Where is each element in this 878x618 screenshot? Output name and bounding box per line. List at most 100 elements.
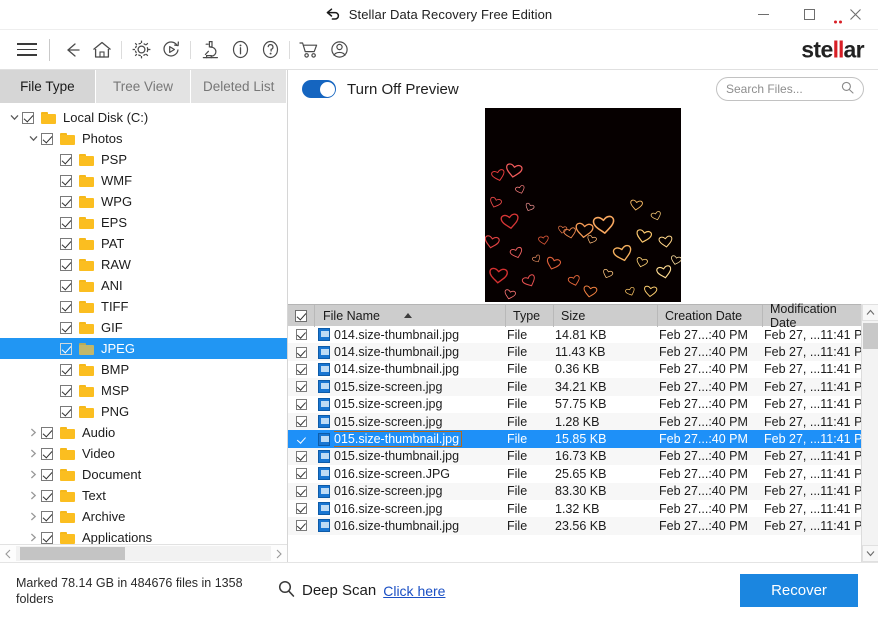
chevron-right-icon[interactable] (25, 428, 41, 437)
row-checkbox[interactable] (288, 326, 314, 343)
tree-item-tiff[interactable]: TIFF (0, 296, 287, 317)
vscroll-down-arrow-icon[interactable] (861, 545, 878, 562)
close-button[interactable] (832, 0, 878, 30)
cart-icon[interactable] (294, 35, 324, 65)
account-icon[interactable] (324, 35, 354, 65)
tree-item-png[interactable]: PNG (0, 401, 287, 422)
minimize-button[interactable] (740, 0, 786, 30)
tree-item-checkbox[interactable] (60, 153, 72, 166)
table-row[interactable]: 015.size-thumbnail.jpg File 15.85 KB Feb 27… (288, 430, 861, 448)
tree-item-checkbox[interactable] (60, 195, 72, 208)
tree-item-local-disk-c[interactable]: Local Disk (C:) (0, 107, 287, 128)
info-icon[interactable] (225, 35, 255, 65)
tab-deleted-list[interactable]: Deleted List (191, 70, 288, 103)
table-row[interactable]: 015.size-screen.jpg File 57.75 KB Feb 27...… (288, 396, 861, 413)
search-input[interactable] (726, 82, 841, 96)
row-checkbox[interactable] (288, 483, 314, 500)
tree-item-checkbox[interactable] (41, 132, 53, 145)
tree-item-checkbox[interactable] (60, 384, 72, 397)
row-checkbox[interactable] (288, 430, 314, 447)
recover-button[interactable]: Recover (740, 574, 858, 607)
tree-item-raw[interactable]: RAW (0, 254, 287, 275)
hamburger-menu-icon[interactable] (12, 35, 42, 65)
row-checkbox[interactable] (288, 413, 314, 430)
tree-item-checkbox[interactable] (60, 321, 72, 334)
row-checkbox[interactable] (288, 465, 314, 482)
row-checkbox[interactable] (288, 378, 314, 395)
column-header-modification-date[interactable]: Modification Date (762, 302, 861, 330)
table-row[interactable]: 015.size-screen.jpg File 1.28 KB Feb 27...:… (288, 412, 861, 431)
tree-item-checkbox[interactable] (60, 405, 72, 418)
chevron-right-icon[interactable] (25, 449, 41, 458)
chevron-right-icon[interactable] (25, 470, 41, 479)
vscroll-up-arrow-icon[interactable] (861, 304, 878, 321)
tree-item-jpeg[interactable]: JPEG (0, 338, 287, 359)
table-row[interactable]: 014.size-thumbnail.jpg File 11.43 KB Feb 27… (288, 343, 861, 361)
column-header-type[interactable]: Type (505, 304, 553, 327)
tree-item-text[interactable]: Text (0, 485, 287, 506)
row-checkbox[interactable] (288, 361, 314, 378)
tree-item-checkbox[interactable] (60, 300, 72, 313)
tab-file-type[interactable]: File Type (0, 70, 96, 103)
tree-item-photos[interactable]: Photos (0, 128, 287, 149)
row-checkbox[interactable] (288, 396, 314, 413)
tree-item-archive[interactable]: Archive (0, 506, 287, 527)
hscroll-right-arrow-icon[interactable] (271, 545, 287, 562)
help-icon[interactable] (255, 35, 285, 65)
maximize-button[interactable] (786, 0, 832, 30)
chevron-right-icon[interactable] (25, 512, 41, 521)
chevron-down-icon[interactable] (6, 114, 22, 121)
search-box[interactable] (716, 77, 864, 101)
file-type-tree[interactable]: Local Disk (C:) Photos PSP WMF WPG EPS PAT RAW A… (0, 103, 287, 544)
row-checkbox[interactable] (288, 448, 314, 465)
header-select-all-checkbox[interactable] (288, 305, 314, 327)
table-row[interactable]: 015.size-screen.jpg File 34.21 KB Feb 27...… (288, 378, 861, 396)
file-table-vertical-scrollbar[interactable] (861, 304, 878, 562)
tree-item-pat[interactable]: PAT (0, 233, 287, 254)
table-row[interactable]: 016.size-thumbnail.jpg File 23.56 KB Feb 27… (288, 517, 861, 535)
chevron-right-icon[interactable] (25, 533, 41, 542)
tree-item-checkbox[interactable] (60, 342, 72, 355)
row-checkbox[interactable] (288, 500, 314, 517)
back-arrow-icon[interactable] (57, 35, 87, 65)
tree-item-video[interactable]: Video (0, 443, 287, 464)
chevron-down-icon[interactable] (25, 135, 41, 142)
gear-icon[interactable] (126, 35, 156, 65)
tree-item-checkbox[interactable] (41, 426, 53, 439)
chevron-right-icon[interactable] (25, 491, 41, 500)
tree-item-checkbox[interactable] (22, 111, 34, 124)
tree-item-checkbox[interactable] (60, 174, 72, 187)
tree-item-checkbox[interactable] (41, 468, 53, 481)
history-icon[interactable] (156, 35, 186, 65)
table-row[interactable]: 014.size-thumbnail.jpg File 0.36 KB Feb 27.… (288, 361, 861, 378)
table-row[interactable]: 016.size-screen.JPG File 25.65 KB Feb 27...… (288, 465, 861, 482)
table-row[interactable]: 016.size-screen.jpg File 83.30 KB Feb 27...… (288, 482, 861, 500)
hscroll-left-arrow-icon[interactable] (0, 545, 16, 562)
tree-horizontal-scrollbar[interactable] (0, 544, 287, 562)
tree-item-checkbox[interactable] (60, 216, 72, 229)
preview-toggle[interactable] (302, 80, 336, 98)
tree-item-checkbox[interactable] (41, 531, 53, 544)
row-checkbox[interactable] (288, 343, 314, 360)
column-header-file-name[interactable]: File Name (314, 304, 505, 327)
tree-item-audio[interactable]: Audio (0, 422, 287, 443)
table-row[interactable]: 015.size-thumbnail.jpg File 16.73 KB Feb 27… (288, 447, 861, 466)
file-table-body[interactable]: 014.size-thumbnail.jpg File 14.81 KB Feb 27… (288, 326, 861, 562)
table-row[interactable]: 016.size-screen.jpg File 1.32 KB Feb 27...:… (288, 500, 861, 517)
tree-item-msp[interactable]: MSP (0, 380, 287, 401)
tree-item-eps[interactable]: EPS (0, 212, 287, 233)
tree-item-checkbox[interactable] (60, 237, 72, 250)
tree-item-document[interactable]: Document (0, 464, 287, 485)
tree-item-wpg[interactable]: WPG (0, 191, 287, 212)
tree-item-psp[interactable]: PSP (0, 149, 287, 170)
row-checkbox[interactable] (288, 517, 314, 534)
tree-item-checkbox[interactable] (60, 363, 72, 376)
tree-item-applications[interactable]: Applications (0, 527, 287, 544)
hscroll-thumb[interactable] (20, 547, 125, 560)
column-header-creation-date[interactable]: Creation Date (657, 304, 762, 327)
tree-item-checkbox[interactable] (41, 510, 53, 523)
tree-item-wmf[interactable]: WMF (0, 170, 287, 191)
tree-item-bmp[interactable]: BMP (0, 359, 287, 380)
tree-item-checkbox[interactable] (60, 279, 72, 292)
tab-tree-view[interactable]: Tree View (95, 70, 192, 103)
